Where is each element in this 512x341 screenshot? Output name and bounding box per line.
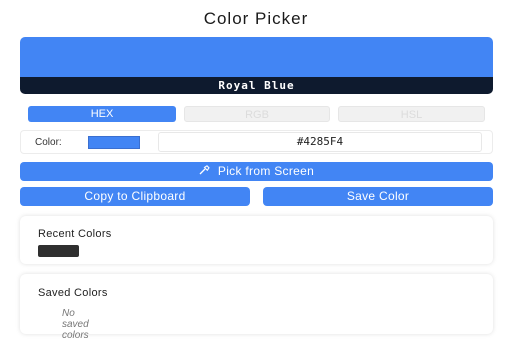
color-preview: Royal Blue	[20, 37, 493, 94]
save-color-button[interactable]: Save Color	[263, 187, 493, 206]
saved-colors-empty-text: No saved colors	[62, 308, 89, 341]
saved-colors-card: Saved Colors No saved colors	[20, 274, 493, 341]
page-title: Color Picker	[203, 9, 309, 28]
pick-from-screen-label: Pick from Screen	[217, 164, 315, 178]
hex-value-input[interactable]: #4285F4	[158, 132, 482, 152]
tab-rgb[interactable]: RGB	[184, 106, 330, 122]
copy-to-clipboard-button[interactable]: Copy to Clipboard	[20, 187, 250, 206]
eyedropper-icon	[199, 163, 210, 182]
color-label: Color:	[35, 137, 62, 148]
color-preview-fill	[20, 37, 493, 78]
color-name-label: Royal Blue	[20, 77, 493, 94]
pick-from-screen-button[interactable]: Pick from Screen	[20, 162, 493, 181]
tab-hsl[interactable]: HSL	[338, 106, 485, 122]
tab-hex[interactable]: HEX	[28, 106, 176, 122]
recent-colors-title: Recent Colors	[38, 228, 112, 240]
recent-color-swatch[interactable]	[38, 245, 79, 257]
recent-colors-card: Recent Colors	[20, 216, 493, 264]
color-swatch-input[interactable]	[88, 136, 140, 149]
color-input-row: Color: #4285F4	[20, 130, 493, 154]
saved-colors-title: Saved Colors	[38, 287, 108, 299]
